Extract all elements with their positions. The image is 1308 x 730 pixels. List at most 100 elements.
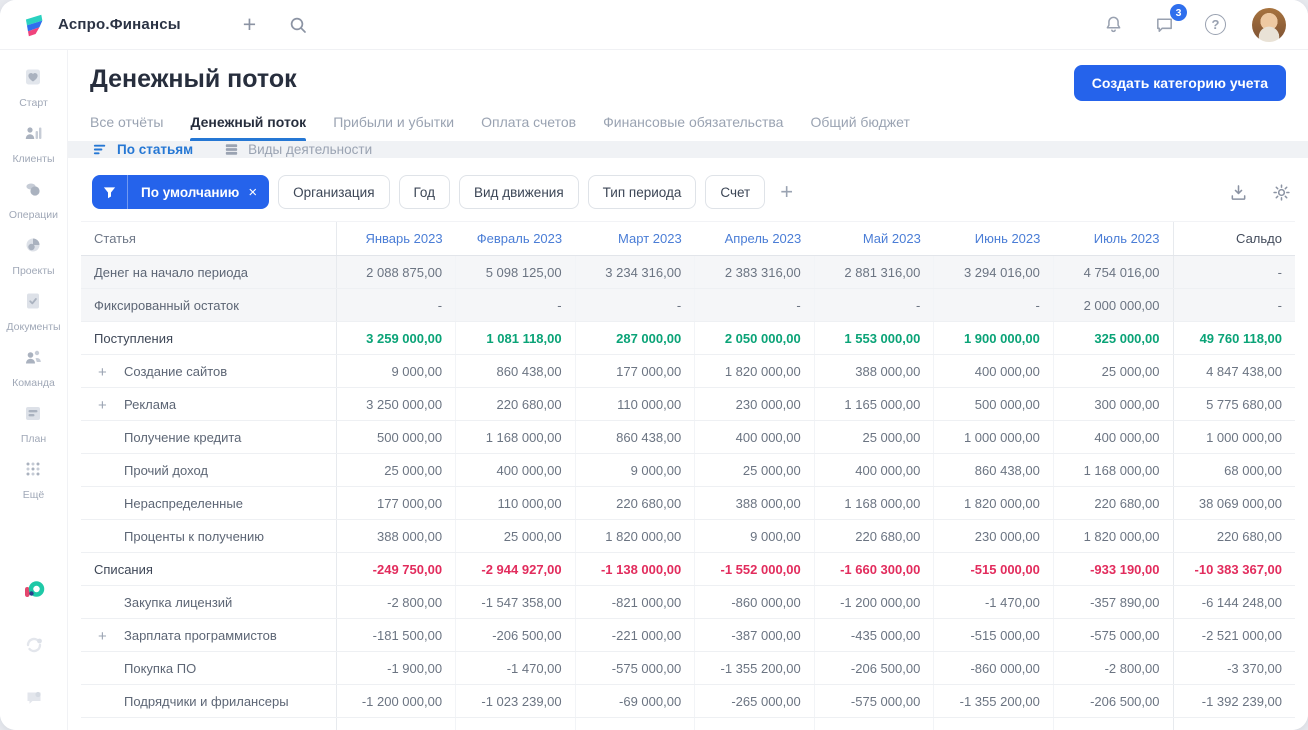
expand-icon[interactable]: + (98, 397, 107, 414)
tab-1[interactable]: Все отчёты (90, 114, 163, 141)
table-row[interactable]: + Зарплата программистов -181 500,00 -206 5… (81, 618, 1295, 652)
cell-value: 1 900 000,00 (933, 321, 1054, 355)
help-button[interactable]: ? (1201, 10, 1230, 39)
subtab-2[interactable]: Виды деятельности (223, 141, 372, 158)
cell-value: -2 521 000,00 (1172, 618, 1295, 652)
cell-value: -933 190,00 (1052, 552, 1173, 586)
column-header-month-3[interactable]: Март 2023 (575, 221, 695, 256)
app-name: Аспро.Финансы (58, 16, 181, 33)
cell-value: -1 392 239,00 (1172, 684, 1295, 718)
sidebar-item-team[interactable]: Команда (6, 346, 60, 389)
filter-preset-chip[interactable]: По умолчанию × (92, 175, 270, 209)
notifications-button[interactable] (1099, 10, 1128, 39)
user-avatar[interactable] (1252, 7, 1286, 42)
table-row[interactable]: +Зарплата программистов-2 800,00-1 547 3… (81, 717, 1295, 730)
table-settings-button[interactable] (1268, 179, 1295, 206)
add-filter-button[interactable]: + (774, 181, 799, 203)
cell-value: -221 000,00 (574, 618, 695, 652)
quick-add-button[interactable]: + (239, 9, 260, 40)
export-button[interactable] (1225, 179, 1252, 206)
row-label: Прочий доход (81, 453, 336, 487)
table-row[interactable]: + Реклама 3 250 000,00 220 680,00 110 000,00… (81, 387, 1295, 421)
expand-icon[interactable]: + (98, 628, 107, 645)
cell-value: 388 000,00 (335, 519, 456, 553)
expand-icon[interactable]: + (98, 364, 107, 381)
table-row[interactable]: Прочий доход 25 000,00 400 000,00 9 000,00 2… (81, 453, 1295, 487)
cell-value: -181 500,00 (335, 618, 456, 652)
table-row[interactable]: Покупка ПО -1 900,00 -1 470,00 -575 000,00-… (81, 651, 1295, 685)
cell-value: -1 470,00 (933, 585, 1054, 619)
cashflow-table: Статья Январь 2023 Февраль 2023 Март 2023 Ап… (81, 221, 1295, 730)
filter-chip-3[interactable]: Вид движения (459, 175, 579, 209)
integrations-icon[interactable] (23, 634, 45, 661)
cell-value: -10 383 367,00 (1172, 552, 1295, 586)
column-header-month-6[interactable]: Июнь 2023 (933, 221, 1054, 256)
table-row[interactable]: Закупка лицензий -2 800,00 -1 547 358,00 -8… (81, 585, 1295, 619)
cell-value: -860 000,00 (694, 585, 815, 619)
cell-value: -1 023 239,00 (455, 684, 576, 718)
cell-value: 25 000,00 (813, 420, 934, 454)
sidebar-item-clients[interactable]: Клиенты (6, 122, 60, 165)
column-header-month-1[interactable]: Январь 2023 (335, 221, 456, 256)
table-row[interactable]: + Создание сайтов 9 000,00 860 438,00 177 00… (81, 354, 1295, 388)
search-button[interactable] (284, 11, 312, 39)
sidebar-item-more[interactable]: Ещё (6, 458, 60, 501)
cell-value: - (335, 288, 456, 322)
subtab-1[interactable]: По статьям (92, 141, 193, 158)
cell-value: 220 680,00 (813, 519, 934, 553)
filter-chip-5[interactable]: Счет (705, 175, 766, 209)
tab-6[interactable]: Общий бюджет (810, 114, 909, 141)
cell-value: - (933, 288, 1054, 322)
cell-value: -1 547 358,00 (455, 585, 576, 619)
column-header-month-5[interactable]: Май 2023 (814, 221, 934, 256)
tab-5[interactable]: Финансовые обязательства (603, 114, 783, 141)
cell-value: 400 000,00 (813, 453, 934, 487)
column-header-month-4[interactable]: Апрель 2023 (694, 221, 815, 256)
sidebar-item-start[interactable]: Старт (6, 66, 60, 109)
filter-chip-1[interactable]: Организация (278, 175, 390, 209)
filter-toolbar: По умолчанию × Организация Год Вид движени… (68, 158, 1308, 221)
sidebar-item-label: Проекты (12, 265, 55, 277)
filter-chip-4[interactable]: Тип периода (587, 175, 697, 209)
table-row[interactable]: Подрядчики и фрилансеры -1 200 000,00 -1 0… (81, 684, 1295, 718)
table-row[interactable]: Нераспределенные 177 000,00 110 000,00 220 … (81, 486, 1295, 520)
cell-value: - (694, 288, 815, 322)
table-row[interactable]: Проценты к получению 388 000,00 25 000,00 1… (81, 519, 1295, 553)
expand-icon[interactable]: + (98, 727, 107, 730)
column-header-month-7[interactable]: Июль 2023 (1053, 221, 1173, 256)
table-row[interactable]: Получение кредита 500 000,00 1 168 000,00 8… (81, 420, 1295, 454)
tab-3[interactable]: Прибыли и убытки (333, 114, 454, 141)
table-row[interactable]: Фиксированный остаток - - - - - -2 000 000,00- (81, 288, 1295, 322)
tab-4[interactable]: Оплата счетов (481, 114, 576, 141)
table-row[interactable]: Поступления 3 259 000,00 1 081 118,00 287 0… (81, 321, 1295, 355)
table-row[interactable]: Списания -249 750,00 -2 944 927,00 -1 138 0… (81, 552, 1295, 586)
cell-value: 325 000,00 (1052, 321, 1173, 355)
sidebar-item-plan[interactable]: План (6, 402, 60, 445)
cell-value: -2 944 927,00 (455, 552, 576, 586)
cell-value: 177 000,00 (574, 354, 695, 388)
filter-chip-2[interactable]: Год (398, 175, 451, 209)
row-label: Списания (81, 552, 336, 586)
table-row[interactable]: Денег на начало периода 2 088 875,00 5 098… (81, 255, 1295, 289)
sidebar-item-label: Старт (19, 97, 48, 109)
cell-value: 9 000,00 (335, 354, 456, 388)
cell-value: -1 355 200,00 (694, 651, 815, 685)
page-title: Денежный поток (90, 65, 297, 93)
support-chat-icon[interactable] (23, 687, 45, 714)
cell-value: -1 552 000,00 (694, 552, 815, 586)
tab-2[interactable]: Денежный поток (190, 114, 306, 141)
app-logo[interactable]: Аспро.Финансы (22, 12, 181, 38)
cell-value: 1 820 000,00 (694, 354, 815, 388)
sidebar-item-documents[interactable]: Документы (6, 290, 61, 333)
clear-filter-icon[interactable]: × (246, 184, 269, 201)
column-header-month-2[interactable]: Февраль 2023 (455, 221, 576, 256)
sidebar-item-operations[interactable]: Операции (6, 178, 60, 221)
clients-icon (22, 122, 44, 149)
cell-value: -575 000,00 (813, 684, 934, 718)
cell-value: 388 000,00 (694, 486, 815, 520)
mini-logo-icon[interactable] (21, 577, 47, 608)
filter-preset-label: По умолчанию (141, 184, 240, 200)
bell-icon (1106, 16, 1121, 33)
create-category-button[interactable]: Создать категорию учета (1073, 65, 1286, 101)
sidebar-item-projects[interactable]: Проекты (6, 234, 60, 277)
